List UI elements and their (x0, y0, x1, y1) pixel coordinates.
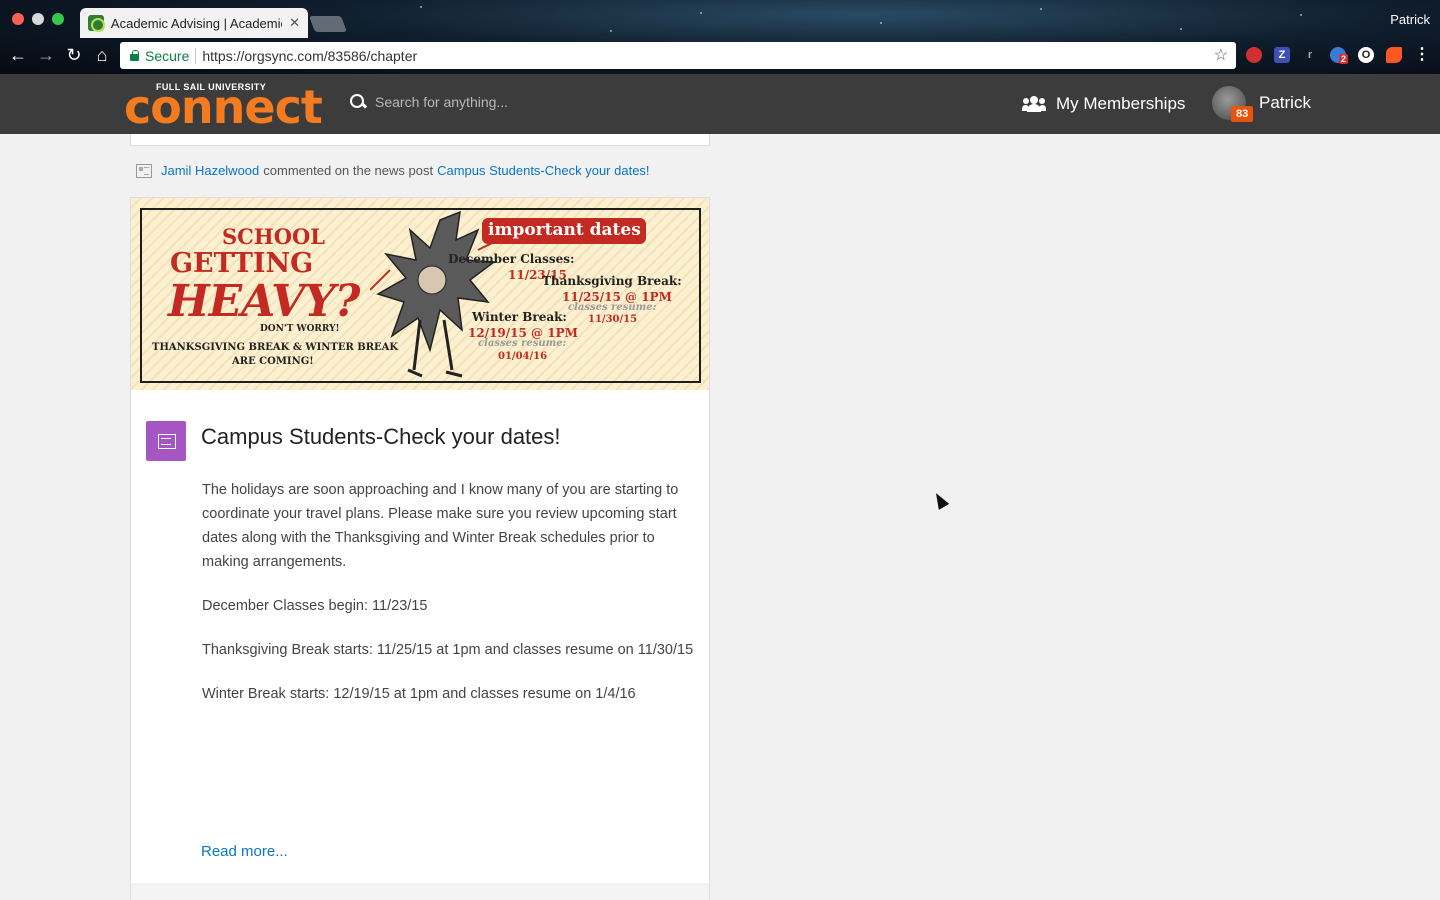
my-memberships-label: My Memberships (1056, 94, 1186, 113)
search-input[interactable] (375, 94, 675, 110)
sky-star (1040, 8, 1042, 10)
url-text[interactable]: https://orgsync.com/83586/chapter (202, 48, 417, 64)
group-icon (1022, 96, 1046, 112)
sky-star (700, 12, 702, 14)
extension-badge-icon[interactable]: 2 (1330, 47, 1349, 64)
banner-winter-break: Winter Break: (472, 310, 567, 324)
close-window-button[interactable] (12, 13, 24, 25)
banner-winter-resume-date: 01/04/16 (498, 351, 548, 362)
post-title[interactable]: Campus Students-Check your dates! (201, 424, 561, 450)
menu-kebab-icon[interactable]: ⋮ (1414, 47, 1430, 63)
banner-frame: SCHOOL GETTING HEAVY? DON'T WORRY! THANK… (140, 208, 701, 383)
banner-breaks-line: THANKSGIVING BREAK & WINTER BREAK (152, 342, 399, 353)
tab-title: Academic Advising | Academic (110, 15, 283, 31)
banner-winter-resume-label: classes resume: (478, 338, 567, 349)
bookmark-star-icon[interactable]: ☆ (1214, 45, 1228, 65)
sky-star (1180, 28, 1182, 30)
extension-badge-count: 2 (1339, 54, 1349, 64)
news-post-card: SCHOOL GETTING HEAVY? DON'T WORRY! THANK… (130, 197, 710, 900)
sky-star (1300, 14, 1302, 16)
user-menu[interactable]: 83 Patrick (1212, 86, 1311, 122)
url-divider (195, 47, 197, 64)
banner-getting: GETTING (170, 248, 314, 279)
banner-school: SCHOOL (222, 224, 326, 249)
news-post-type-icon (146, 421, 186, 461)
sky-star (880, 22, 882, 24)
address-bar[interactable]: Secure https://orgsync.com/83586/chapter… (120, 42, 1236, 69)
card-footer (131, 883, 709, 900)
previous-card-bottom (130, 134, 710, 146)
banner-thanksgiving-resume-date: 11/30/15 (588, 314, 638, 325)
site-favicon-icon (88, 15, 105, 32)
post-paragraph: December Classes begin: 11/23/15 (202, 598, 428, 614)
banner-december-classes: December Classes: (448, 252, 575, 266)
user-name[interactable]: Patrick (1259, 93, 1311, 113)
post-paragraph: Winter Break starts: 12/19/15 at 1pm and… (202, 686, 636, 702)
avatar[interactable]: 83 (1212, 86, 1254, 122)
activity-action: commented on the news post (263, 163, 434, 178)
forward-button[interactable]: → (36, 45, 56, 65)
logo-wordmark: connect (124, 80, 323, 134)
browser-titlebar: Academic Advising | Academic ✕ Patrick ←… (0, 0, 1440, 74)
banner-important-dates: important dates (488, 220, 641, 240)
connect-logo[interactable]: FULL SAIL UNIVERSITY connect (124, 80, 323, 130)
browser-tab[interactable]: Academic Advising | Academic ✕ (80, 8, 308, 38)
banner-heavy: HEAVY? (168, 276, 360, 327)
sky-star (420, 6, 422, 8)
read-more-link[interactable]: Read more... (201, 843, 288, 860)
turkey-illustration-icon (370, 210, 499, 378)
site-header: FULL SAIL UNIVERSITY connect My Membersh… (0, 74, 1440, 134)
notification-badge[interactable]: 83 (1231, 106, 1254, 122)
browser-profile-name[interactable]: Patrick (1390, 12, 1430, 27)
fox-extension-icon[interactable] (1386, 47, 1402, 63)
r-extension-icon[interactable]: r (1302, 47, 1318, 63)
banner-dont-worry: DON'T WORRY! (260, 324, 340, 334)
home-button[interactable]: ⌂ (92, 45, 112, 65)
news-post-link[interactable]: Campus Students-Check your dates! (437, 163, 649, 178)
browser-toolbar: ← → ↻ ⌂ Secure https://orgsync.com/83586… (0, 38, 1440, 74)
banner-thanksgiving-break: Thanksgiving Break: (542, 274, 682, 288)
reload-button[interactable]: ↻ (64, 45, 84, 65)
search-icon[interactable] (350, 94, 366, 110)
post-paragraph: Thanksgiving Break starts: 11/25/15 at 1… (202, 642, 694, 658)
tab-close-icon[interactable]: ✕ (289, 15, 300, 31)
important-dates-banner[interactable]: SCHOOL GETTING HEAVY? DON'T WORRY! THANK… (131, 198, 709, 390)
my-memberships-link[interactable]: My Memberships (1022, 94, 1185, 114)
mouse-cursor-icon (930, 490, 950, 510)
secure-label: Secure (145, 47, 190, 64)
back-button[interactable]: ← (8, 45, 28, 65)
post-paragraph: The holidays are soon approaching and I … (202, 482, 679, 570)
sky-star (610, 30, 612, 32)
site-search (350, 94, 675, 110)
lock-icon (130, 50, 139, 61)
circle-extension-icon[interactable]: O (1358, 47, 1374, 63)
minimize-window-button[interactable] (32, 13, 44, 25)
z-extension-icon[interactable]: Z (1274, 47, 1290, 63)
adblock-extension-icon[interactable] (1246, 47, 1262, 63)
banner-thanksgiving-resume-label: classes resume: (568, 302, 657, 313)
maximize-window-button[interactable] (52, 13, 64, 25)
activity-line: Jamil Hazelwood commented on the news po… (136, 163, 650, 178)
post-body: The holidays are soon approaching and I … (202, 478, 702, 726)
banner-are-coming: ARE COMING! (232, 356, 314, 367)
new-tab-button[interactable] (309, 16, 347, 32)
news-post-icon (136, 163, 152, 178)
actor-link[interactable]: Jamil Hazelwood (161, 163, 259, 178)
